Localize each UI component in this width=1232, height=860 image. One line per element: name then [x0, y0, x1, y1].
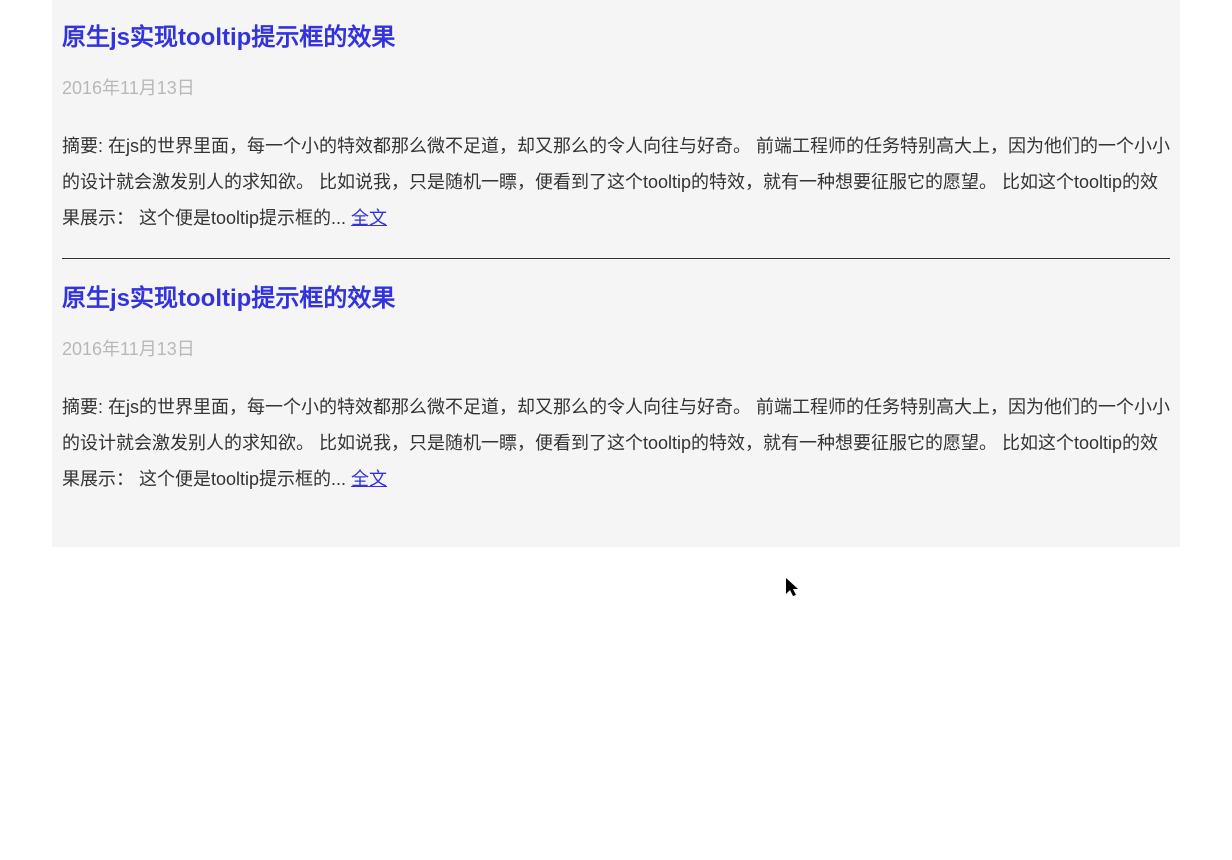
- read-more-link[interactable]: 全文: [351, 208, 387, 228]
- article-item: 原生js实现tooltip提示框的效果 2016年11月13日 摘要: 在js的…: [62, 20, 1170, 236]
- cursor-icon: [786, 578, 802, 598]
- article-summary: 摘要: 在js的世界里面，每一个小的特效都那么微不足道，却又那么的令人向往与好奇…: [62, 389, 1170, 497]
- article-summary-text: 摘要: 在js的世界里面，每一个小的特效都那么微不足道，却又那么的令人向往与好奇…: [62, 397, 1170, 489]
- article-date: 2016年11月13日: [62, 74, 1170, 100]
- article-title: 原生js实现tooltip提示框的效果: [62, 281, 1170, 317]
- article-title: 原生js实现tooltip提示框的效果: [62, 20, 1170, 56]
- article-title-link[interactable]: 原生js实现tooltip提示框的效果: [62, 285, 395, 312]
- article-summary: 摘要: 在js的世界里面，每一个小的特效都那么微不足道，却又那么的令人向往与好奇…: [62, 128, 1170, 236]
- article-list-container: 原生js实现tooltip提示框的效果 2016年11月13日 摘要: 在js的…: [52, 0, 1180, 547]
- article-item: 原生js实现tooltip提示框的效果 2016年11月13日 摘要: 在js的…: [62, 281, 1170, 497]
- article-summary-text: 摘要: 在js的世界里面，每一个小的特效都那么微不足道，却又那么的令人向往与好奇…: [62, 136, 1170, 228]
- article-date: 2016年11月13日: [62, 335, 1170, 361]
- article-title-link[interactable]: 原生js实现tooltip提示框的效果: [62, 24, 395, 51]
- article-divider: [62, 258, 1170, 259]
- read-more-link[interactable]: 全文: [351, 469, 387, 489]
